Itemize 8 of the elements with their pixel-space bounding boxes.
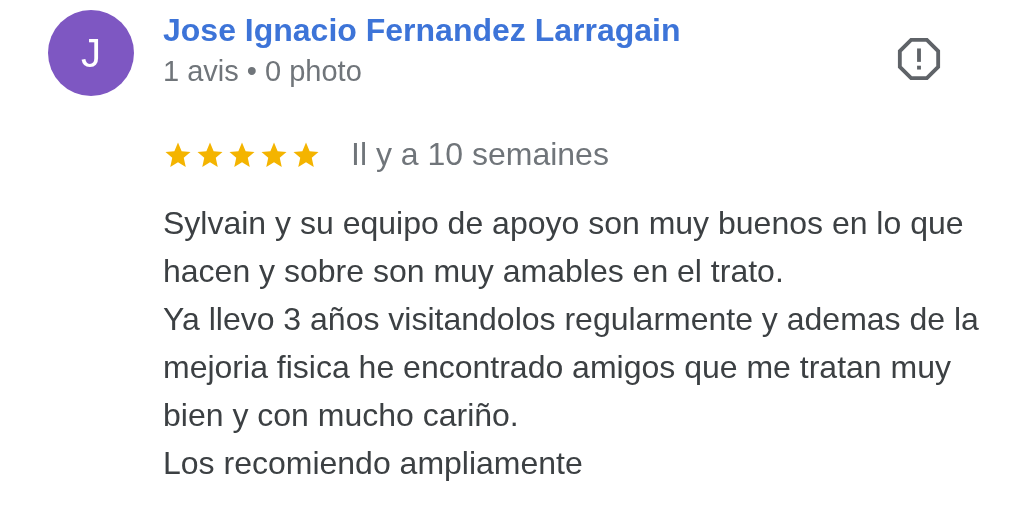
review-paragraph: Sylvain y su equipo de apoyo son muy buenos en lo que hacen y sobre son muy amables en el trato. (163, 204, 965, 291)
avatar: J (48, 10, 134, 96)
review-meta: 1 avis • 0 photo (163, 55, 363, 88)
review-date: Il y a 10 semaines (351, 136, 609, 173)
review-paragraph: Los recomiendo ampliamente (163, 444, 584, 483)
review-paragraph: Ya llevo 3 años visitandolos regularmente y ademas de la mejoria fisica he encontrado amigos que me tratan muy bien y con mucho cariño. (163, 300, 980, 435)
alert-icon[interactable] (896, 36, 942, 82)
author-name[interactable]: Jose Ignacio Fernandez Larragain (163, 12, 896, 49)
